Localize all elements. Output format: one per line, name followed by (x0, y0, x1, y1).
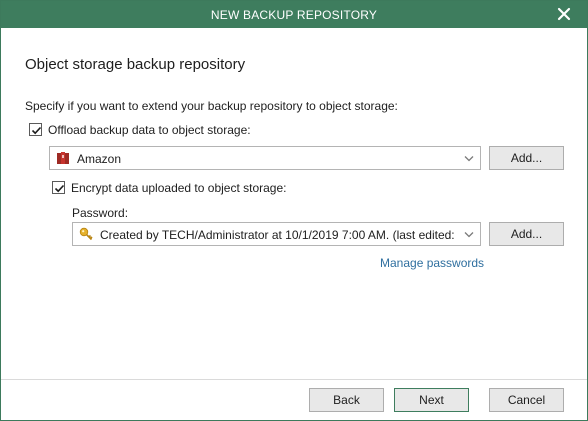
password-select[interactable]: Created by TECH/Administrator at 10/1/20… (72, 222, 481, 246)
amazon-icon (57, 152, 69, 164)
checkmark-icon (54, 184, 65, 193)
add-password-button[interactable]: Add... (489, 222, 564, 246)
offload-checkbox[interactable] (29, 123, 42, 136)
object-storage-select[interactable]: Amazon (49, 146, 481, 170)
password-value: Created by TECH/Administrator at 10/1/20… (100, 228, 454, 242)
encrypt-label[interactable]: Encrypt data uploaded to object storage: (71, 181, 286, 195)
chevron-down-icon (464, 156, 474, 162)
window-title: NEW BACKUP REPOSITORY (210, 8, 378, 22)
manage-passwords-link[interactable]: Manage passwords (380, 256, 484, 270)
chevron-down-icon (464, 232, 474, 238)
encrypt-checkbox[interactable] (52, 181, 65, 194)
offload-label[interactable]: Offload backup data to object storage: (48, 123, 251, 137)
instruction-text: Specify if you want to extend your backu… (25, 99, 398, 113)
footer-divider (1, 379, 587, 380)
close-icon[interactable] (555, 5, 573, 23)
next-button[interactable]: Next (394, 388, 469, 412)
back-button[interactable]: Back (309, 388, 384, 412)
key-icon (79, 227, 93, 241)
add-object-storage-button[interactable]: Add... (489, 146, 564, 170)
page-heading: Object storage backup repository (25, 56, 246, 73)
dialog-window: NEW BACKUP REPOSITORY Object storage bac… (0, 0, 588, 421)
checkmark-icon (31, 126, 42, 135)
object-storage-value: Amazon (77, 152, 122, 166)
password-label: Password: (72, 206, 129, 220)
title-bar: NEW BACKUP REPOSITORY (1, 1, 587, 28)
cancel-button[interactable]: Cancel (489, 388, 564, 412)
